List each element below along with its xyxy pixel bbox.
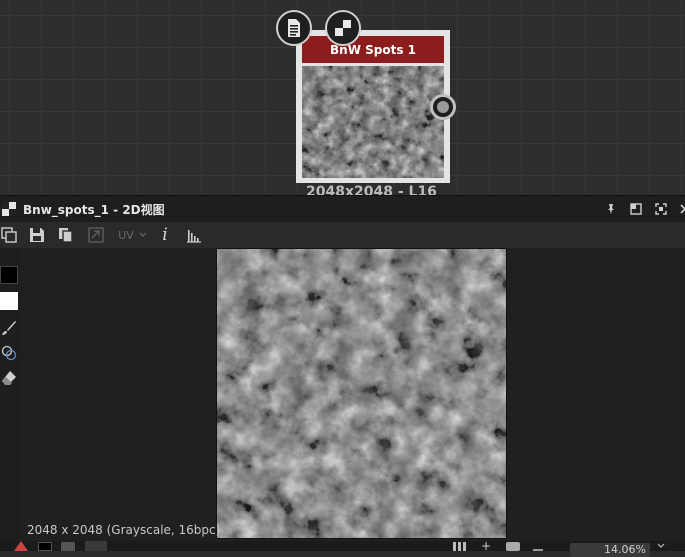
uv-label: UV [118, 228, 134, 242]
maximize-icon[interactable] [654, 202, 668, 216]
secondary-color-swatch[interactable] [0, 292, 18, 310]
eraser-icon[interactable] [1, 370, 17, 386]
checker-icon[interactable] [325, 10, 361, 46]
left-toolbar [0, 248, 21, 541]
node-graph[interactable]: BnW Spots 1 2048x2048 - L16 [0, 0, 685, 195]
info-icon[interactable]: i [158, 225, 172, 245]
pin-icon[interactable] [604, 202, 618, 216]
chevron-down-icon[interactable] [656, 542, 666, 550]
node-card[interactable]: BnW Spots 1 [296, 30, 450, 183]
panel-title-bar: Bnw_spots_1 - 2D视图 [0, 196, 685, 222]
texture-preview-image [216, 248, 507, 539]
uv-dropdown[interactable]: UV [116, 226, 150, 244]
image-viewport[interactable]: 2048 x 2048 (Grayscale, 16bpc) [21, 248, 685, 541]
chevron-down-icon [139, 232, 147, 237]
zoom-field[interactable]: 14.06% [570, 543, 650, 557]
output-connector[interactable] [430, 94, 456, 120]
copy-icon[interactable] [57, 226, 75, 244]
document-list-icon[interactable] [276, 10, 312, 46]
2d-view-panel: Bnw_spots_1 - 2D视图 UV i 2048 x 2048 (Gra… [0, 195, 685, 557]
save-icon[interactable] [28, 226, 46, 244]
node-title: BnW Spots 1 [302, 36, 444, 63]
info-label: i [162, 225, 168, 245]
view-toolbar: UV i [0, 222, 685, 248]
export-icon[interactable] [87, 226, 105, 244]
node-thumbnail [302, 66, 444, 178]
copy-view-icon[interactable] [0, 226, 18, 244]
close-icon[interactable] [678, 202, 685, 216]
node-resolution-label: 2048x2048 - L16 [306, 184, 437, 195]
panel-title: Bnw_spots_1 - 2D视图 [23, 202, 165, 217]
dock-icon[interactable] [629, 202, 643, 216]
primary-color-swatch[interactable] [0, 266, 18, 284]
image-info-label: 2048 x 2048 (Grayscale, 16bpc) [27, 523, 221, 537]
blend-icon[interactable] [1, 345, 17, 361]
brush-icon[interactable] [1, 320, 17, 336]
histogram-icon[interactable] [185, 226, 203, 244]
checker-icon [2, 202, 16, 216]
